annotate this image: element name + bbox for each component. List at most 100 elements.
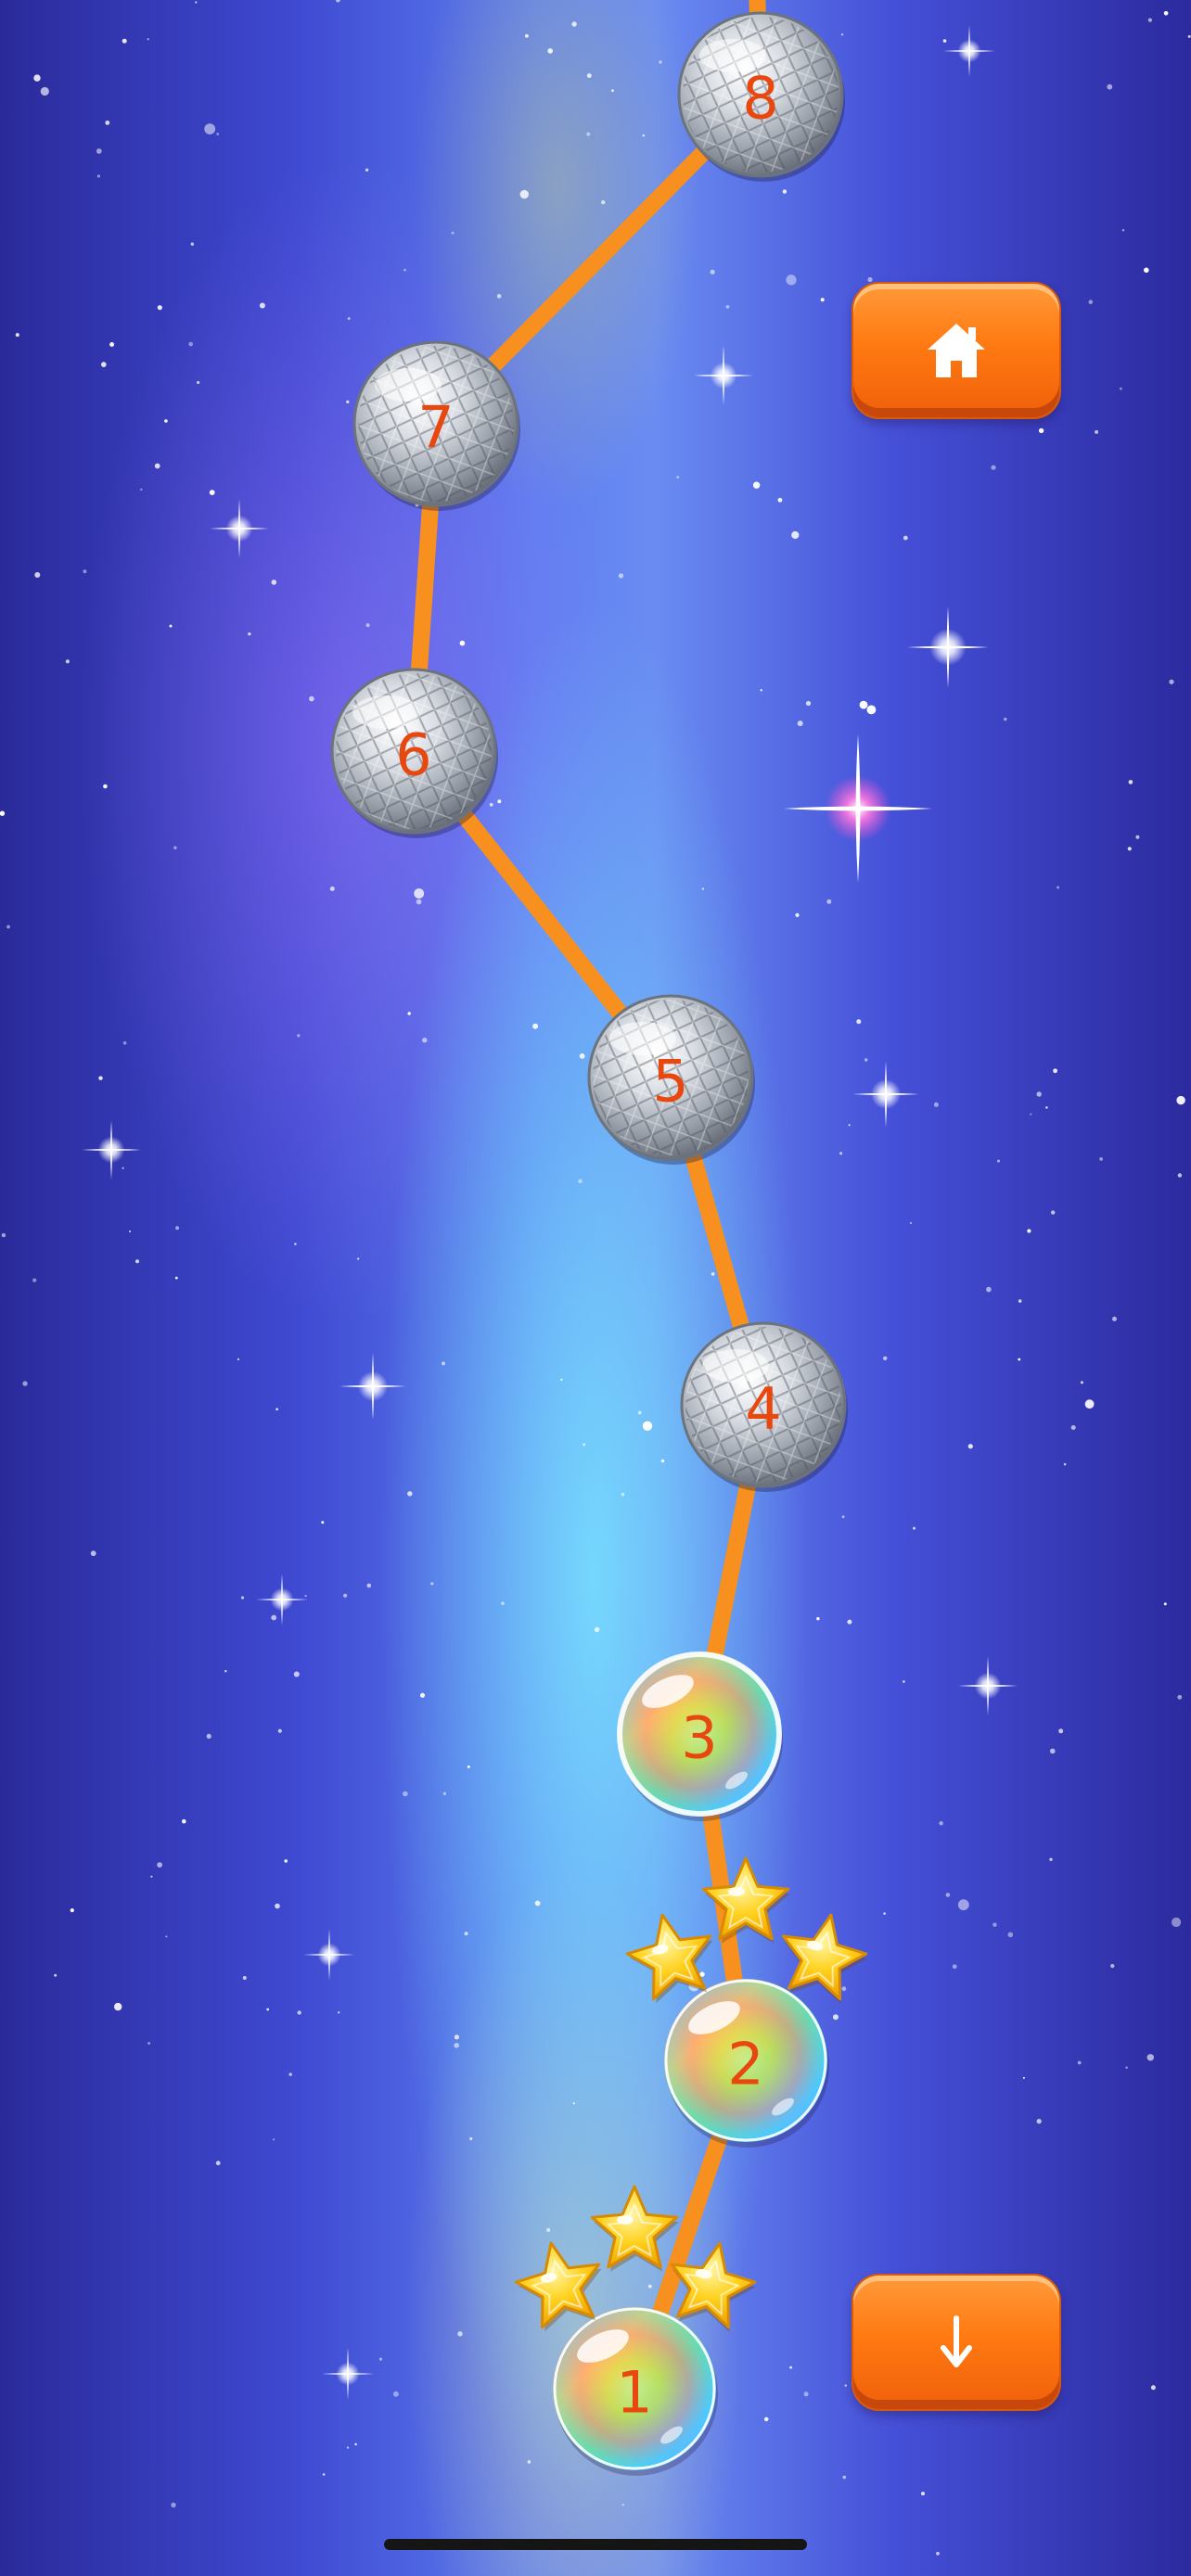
star-dot: [921, 2492, 925, 2496]
level-node-4[interactable]: 4: [680, 1321, 848, 1492]
star-dot: [534, 1900, 541, 1906]
star-dot: [525, 33, 529, 38]
star-dot: [365, 168, 369, 172]
star-dot: [1121, 229, 1125, 232]
star-dot: [1176, 1095, 1185, 1105]
star-dot: [1084, 1399, 1095, 1409]
star-dot: [795, 912, 800, 918]
star-dot: [366, 1583, 372, 1588]
star-dot: [866, 705, 877, 715]
level-number: 1: [616, 2359, 652, 2427]
star-dot: [547, 48, 553, 54]
star-dot: [1058, 1728, 1064, 1734]
star-dot: [856, 1019, 862, 1025]
star-dot: [1057, 886, 1060, 889]
star-dot: [842, 2475, 846, 2480]
star-dot: [560, 1378, 563, 1382]
star-dot: [259, 302, 265, 309]
level-node-2[interactable]: 2: [621, 1856, 874, 2148]
star-dot: [786, 274, 797, 286]
star-dot: [578, 1179, 583, 1184]
sparkle: [339, 1353, 406, 1420]
star-dot: [789, 2366, 792, 2369]
star-dot: [642, 1421, 653, 1432]
star-dot: [867, 276, 873, 283]
star-dot: [1053, 1068, 1057, 1074]
star-dot: [1110, 1964, 1115, 1969]
level-number: 2: [727, 2031, 763, 2098]
star-dot: [457, 2331, 463, 2337]
star-dot: [1169, 679, 1174, 684]
star-dot: [546, 2227, 551, 2232]
star-dot: [1077, 2060, 1082, 2065]
star-dot: [1187, 34, 1191, 38]
star-dot: [322, 2473, 326, 2476]
home-indicator: [384, 2539, 807, 2550]
level-number: 7: [417, 394, 454, 462]
star-dot: [122, 1167, 124, 1169]
star-dot: [171, 2502, 176, 2508]
level-number: 6: [395, 721, 431, 789]
star-dot: [147, 38, 149, 41]
star-dot: [165, 1935, 168, 1938]
star-dot: [206, 1733, 211, 1739]
star-dot: [154, 463, 160, 469]
star-dot: [1135, 835, 1140, 839]
level-node-5[interactable]: 5: [587, 994, 755, 1165]
star-dot: [169, 624, 173, 628]
scroll-down-button[interactable]: [852, 2274, 1061, 2411]
level-node-6[interactable]: 6: [330, 668, 498, 838]
star-dot: [105, 121, 110, 125]
star-dot: [1070, 1425, 1076, 1430]
star-dot: [991, 465, 996, 470]
star-dot: [848, 1124, 851, 1127]
star-dot: [271, 580, 277, 585]
star-dot: [195, 1, 198, 4]
star-dot: [393, 2391, 399, 2397]
star-dot: [422, 1038, 428, 1043]
star-dot: [1018, 1358, 1021, 1361]
star-dot: [945, 1893, 951, 1897]
star-dot: [357, 1257, 360, 1260]
star-dot: [760, 689, 762, 692]
star-dot: [859, 700, 868, 709]
star-dot: [122, 1041, 127, 1045]
star-dot: [416, 899, 422, 905]
level-number: 3: [681, 1704, 717, 1772]
home-button[interactable]: [852, 282, 1061, 419]
star-dot: [365, 623, 370, 628]
star-dot: [101, 362, 107, 367]
star-dot: [294, 1243, 297, 1245]
star-dot: [288, 2072, 292, 2076]
star-dot: [1128, 780, 1133, 784]
star-dot: [459, 640, 466, 646]
sparkle: [958, 1656, 1018, 1715]
star-dot: [174, 1276, 178, 1280]
sparkle: [210, 499, 269, 558]
star-dot: [967, 1444, 973, 1449]
star-dot: [903, 1680, 905, 1683]
level-node-3[interactable]: 3: [617, 1651, 783, 1821]
arrow-down-icon: [941, 2315, 972, 2367]
star-dot: [711, 1272, 715, 1276]
star-dot: [140, 488, 143, 491]
star-dot: [527, 2460, 531, 2464]
star-dot: [1177, 1694, 1183, 1700]
star-dot: [34, 572, 41, 578]
star-dot: [297, 2010, 301, 2015]
star-dot: [96, 174, 100, 178]
star-dot: [1045, 1106, 1048, 1109]
star-dot: [346, 400, 350, 403]
star-dot: [1163, 11, 1169, 16]
star-dot: [936, 2551, 940, 2556]
star-dot: [642, 134, 646, 137]
star-dot: [40, 86, 49, 96]
star-dot: [275, 1408, 278, 1410]
level-node-7[interactable]: 7: [352, 340, 520, 511]
star-dot: [54, 1973, 58, 1977]
star-dot: [1127, 847, 1132, 851]
star-dot: [464, 1932, 468, 1936]
star-dot: [803, 2391, 809, 2397]
star-dot: [797, 721, 803, 727]
star-dot: [840, 33, 844, 36]
